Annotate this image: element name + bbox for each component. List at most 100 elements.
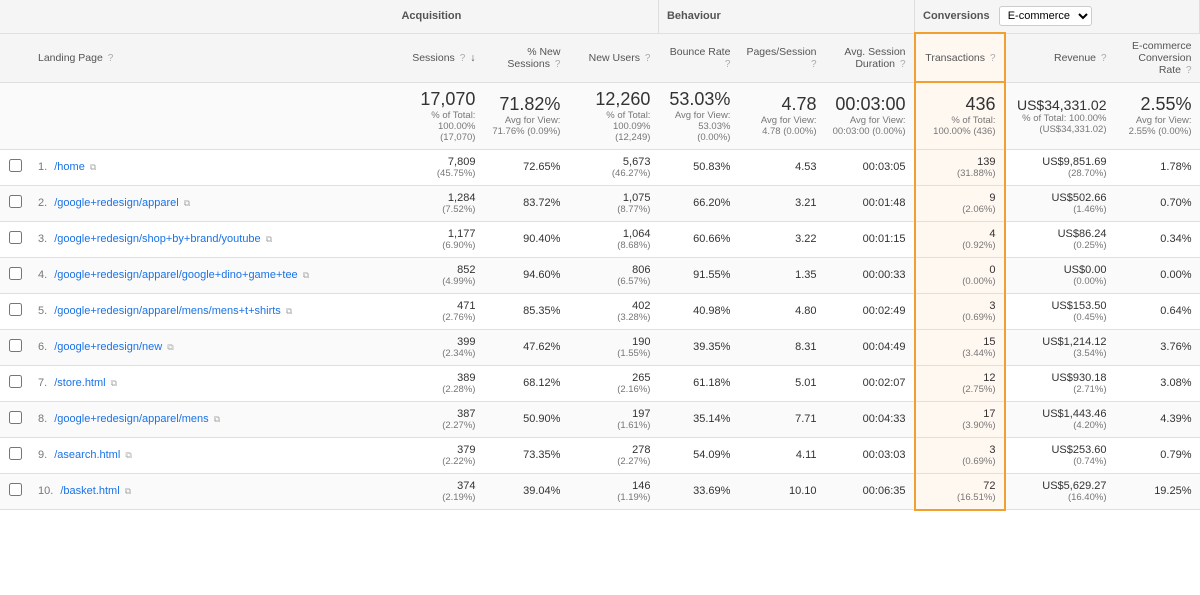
row-avg-session-value: 00:01:48 [863,197,906,209]
sessions-help-icon[interactable]: ? [460,53,466,64]
row-checkbox[interactable] [9,339,22,352]
sessions-sort-icon[interactable]: ↓ [470,52,475,64]
row-page-link[interactable]: /google+redesign/apparel/mens/mens+t+shi… [54,305,281,317]
row-bounce-rate-value: 61.18% [693,377,730,389]
row-checkbox[interactable] [9,267,22,280]
row-transactions-pct: (0.69%) [924,456,996,467]
row-page-link[interactable]: /google+redesign/shop+by+brand/youtube [54,233,260,245]
row-checkbox-cell[interactable] [0,401,30,437]
row-num: 5. [38,305,47,317]
row-pct-new-sessions-value: 85.35% [523,305,560,317]
row-copy-icon[interactable]: ⧉ [184,198,190,208]
row-page-link[interactable]: /asearch.html [54,449,120,461]
row-revenue-pct: (4.20%) [1014,420,1107,431]
row-pct-new-sessions-cell: 72.65% [483,149,568,185]
row-revenue-cell: US$1,443.46 (4.20%) [1005,401,1115,437]
landing-page-help-icon[interactable]: ? [108,53,114,64]
new-users-help-icon[interactable]: ? [645,53,651,64]
row-avg-session-cell: 00:03:05 [825,149,915,185]
row-ecom-rate-cell: 19.25% [1115,473,1200,510]
row-sessions-cell: 389 (2.28%) [393,365,483,401]
revenue-help-icon[interactable]: ? [1101,53,1107,64]
row-checkbox[interactable] [9,411,22,424]
row-revenue-value: US$930.18 [1051,372,1106,384]
row-checkbox[interactable] [9,159,22,172]
ecom-rate-help-icon[interactable]: ? [1186,65,1192,76]
row-bounce-rate-value: 54.09% [693,449,730,461]
row-sessions-cell: 7,809 (45.75%) [393,149,483,185]
row-checkbox-cell[interactable] [0,365,30,401]
row-sessions-value: 471 [457,300,475,312]
row-revenue-pct: (0.45%) [1014,312,1107,323]
row-transactions-pct: (3.44%) [924,348,996,359]
totals-label-cell [30,82,393,149]
row-copy-icon[interactable]: ⧉ [303,270,309,280]
row-copy-icon[interactable]: ⧉ [214,414,220,424]
row-new-users-cell: 197 (1.61%) [568,401,658,437]
row-new-users-cell: 1,075 (8.77%) [568,185,658,221]
row-ecom-rate-cell: 0.79% [1115,437,1200,473]
row-sessions-value: 1,284 [448,192,476,204]
row-transactions-pct: (2.06%) [924,204,996,215]
row-copy-icon[interactable]: ⧉ [125,486,131,496]
row-checkbox-cell[interactable] [0,149,30,185]
transactions-help-icon[interactable]: ? [990,53,996,64]
row-checkbox-cell[interactable] [0,473,30,510]
row-checkbox-cell[interactable] [0,329,30,365]
row-revenue-value: US$86.24 [1058,228,1107,240]
row-checkbox[interactable] [9,195,22,208]
avg-session-help-icon[interactable]: ? [900,59,906,70]
row-page-link[interactable]: /google+redesign/apparel/mens [54,413,208,425]
row-checkbox[interactable] [9,231,22,244]
row-page-link[interactable]: /home [54,161,85,173]
row-new-users-cell: 146 (1.19%) [568,473,658,510]
row-checkbox-cell[interactable] [0,221,30,257]
row-checkbox[interactable] [9,375,22,388]
row-transactions-pct: (2.75%) [924,384,996,395]
row-new-users-value: 1,064 [623,228,651,240]
behaviour-section-header: Behaviour [658,0,914,33]
row-checkbox-cell[interactable] [0,293,30,329]
row-new-users-cell: 265 (2.16%) [568,365,658,401]
row-copy-icon[interactable]: ⧉ [125,450,131,460]
pages-session-help-icon[interactable]: ? [811,59,817,70]
row-page-link[interactable]: /basket.html [60,485,119,497]
row-checkbox-cell[interactable] [0,257,30,293]
row-copy-icon[interactable]: ⧉ [266,234,272,244]
row-checkbox[interactable] [9,483,22,496]
row-bounce-rate-value: 91.55% [693,269,730,281]
row-pct-new-sessions-value: 90.40% [523,233,560,245]
row-checkbox[interactable] [9,303,22,316]
table-row: 7. /store.html ⧉ 389 (2.28%) 68.12% 265 … [0,365,1200,401]
row-page-link[interactable]: /google+redesign/apparel/google+dino+gam… [54,269,297,281]
row-bounce-rate-value: 39.35% [693,341,730,353]
row-copy-icon[interactable]: ⧉ [167,342,173,352]
row-page-link[interactable]: /store.html [54,377,105,389]
row-pct-new-sessions-cell: 90.40% [483,221,568,257]
row-pct-new-sessions-cell: 47.62% [483,329,568,365]
conversions-dropdown[interactable]: E-commerce Goals [999,6,1092,26]
totals-pages-session-cell: 4.78 Avg for View: 4.78 (0.00%) [738,82,824,149]
row-pct-new-sessions-cell: 73.35% [483,437,568,473]
row-revenue-cell: US$253.60 (0.74%) [1005,437,1115,473]
row-sessions-cell: 1,177 (6.90%) [393,221,483,257]
row-bounce-rate-value: 40.98% [693,305,730,317]
bounce-rate-help-icon[interactable]: ? [725,59,731,70]
revenue-col-header: Revenue ? [1005,33,1115,82]
row-pct-new-sessions-cell: 94.60% [483,257,568,293]
row-ecom-rate-value: 0.70% [1160,197,1191,209]
row-checkbox-cell[interactable] [0,185,30,221]
row-copy-icon[interactable]: ⧉ [286,306,292,316]
row-copy-icon[interactable]: ⧉ [90,162,96,172]
row-bounce-rate-cell: 61.18% [658,365,738,401]
row-page-link[interactable]: /google+redesign/new [54,341,162,353]
row-transactions-pct: (0.00%) [924,276,996,287]
row-copy-icon[interactable]: ⧉ [111,378,117,388]
row-revenue-value: US$0.00 [1064,264,1107,276]
pct-new-sessions-help-icon[interactable]: ? [555,59,561,70]
row-checkbox[interactable] [9,447,22,460]
row-checkbox-cell[interactable] [0,437,30,473]
row-page-link[interactable]: /google+redesign/apparel [54,197,178,209]
row-pages-session-value: 7.71 [795,413,816,425]
row-transactions-cell: 72 (16.51%) [915,473,1005,510]
